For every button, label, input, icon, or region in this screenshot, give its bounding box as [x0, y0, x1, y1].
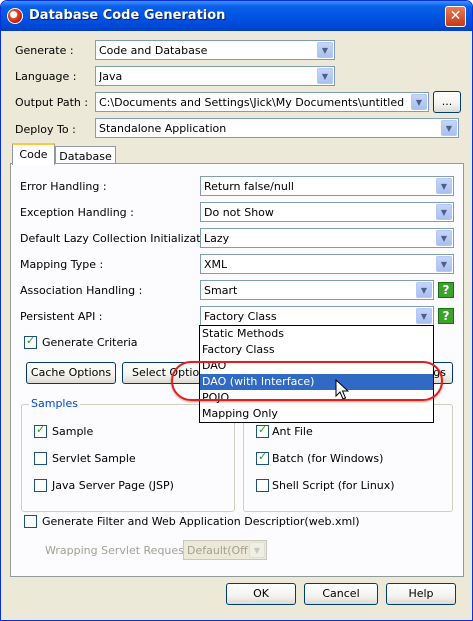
batch-label: Batch (for Windows) [272, 452, 384, 465]
help-icon[interactable]: ? [438, 308, 454, 324]
generate-criteria-checkbox[interactable] [24, 334, 37, 349]
chevron-down-icon[interactable]: ▼ [416, 308, 432, 324]
mapping-type-value: XML [204, 258, 228, 271]
chevron-down-icon[interactable]: ▼ [441, 120, 457, 136]
help-icon[interactable]: ? [438, 282, 454, 298]
lazy-collection-label: Default Lazy Collection Initialization : [20, 232, 225, 245]
chevron-down-icon[interactable]: ▼ [249, 542, 265, 558]
lazy-collection-value: Lazy [204, 232, 230, 245]
cancel-button[interactable]: Cancel [304, 583, 378, 605]
error-handling-label: Error Handling : [20, 180, 107, 193]
output-path-select[interactable]: C:\Documents and Settings\Jick\My Docume… [95, 92, 429, 112]
generate-value: Code and Database [99, 44, 208, 57]
shell-script-checkbox[interactable] [256, 479, 269, 492]
association-handling-select[interactable]: Smart ▼ [200, 280, 434, 300]
exception-handling-value: Do not Show [204, 206, 274, 219]
language-select[interactable]: Java ▼ [95, 66, 335, 86]
app-icon [7, 8, 23, 24]
language-label: Language : [15, 70, 77, 83]
mouse-pointer-icon [335, 379, 349, 400]
chevron-down-icon[interactable]: ▼ [317, 42, 333, 58]
jsp-label: Java Server Page (JSP) [52, 479, 174, 492]
chevron-down-icon[interactable]: ▼ [436, 256, 452, 272]
chevron-down-icon[interactable]: ▼ [416, 282, 432, 298]
output-path-value: C:\Documents and Settings\Jick\My Docume… [99, 96, 405, 109]
jsp-checkbox[interactable] [34, 479, 47, 492]
chevron-down-icon[interactable]: ▼ [436, 230, 452, 246]
generate-filter-checkbox[interactable] [24, 515, 37, 528]
error-handling-select[interactable]: Return false/null ▼ [200, 176, 454, 196]
dropdown-option[interactable]: Mapping Only [200, 406, 433, 422]
wrapping-servlet-select[interactable]: Default(Off) ▼ [183, 540, 267, 560]
deploy-to-label: Deploy To : [15, 123, 76, 136]
close-button[interactable]: ✕ [445, 6, 466, 27]
error-handling-value: Return false/null [204, 180, 294, 193]
wrapping-servlet-label: Wrapping Servlet Request : [45, 544, 196, 557]
mapping-type-label: Mapping Type : [20, 258, 104, 271]
browse-button[interactable]: ... [433, 91, 461, 113]
deploy-to-value: Standalone Application [99, 122, 227, 135]
window-title: Database Code Generation [29, 8, 226, 23]
generate-filter-label: Generate Filter and Web Application Desc… [42, 515, 360, 528]
help-button[interactable]: Help [386, 583, 456, 605]
association-handling-value: Smart [204, 284, 238, 297]
output-path-label: Output Path : [15, 96, 89, 109]
deploy-to-select[interactable]: Standalone Application ▼ [95, 118, 459, 138]
chevron-down-icon[interactable]: ▼ [436, 204, 452, 220]
servlet-sample-checkbox[interactable] [34, 452, 47, 465]
sample-checkbox[interactable] [34, 423, 47, 438]
tab-code[interactable]: Code [12, 143, 55, 165]
shell-script-label: Shell Script (for Linux) [272, 479, 395, 492]
dialog-window: Database Code Generation ✕ Generate : Co… [0, 0, 473, 621]
generate-label: Generate : [15, 44, 74, 57]
chevron-down-icon[interactable]: ▼ [436, 178, 452, 194]
language-value: Java [99, 70, 123, 83]
exception-handling-select[interactable]: Do not Show ▼ [200, 202, 454, 222]
lazy-collection-select[interactable]: Lazy ▼ [200, 228, 454, 248]
samples-title: Samples [29, 397, 80, 410]
sample-label: Sample [52, 425, 94, 438]
persistent-api-select[interactable]: Factory Class ▼ [200, 306, 434, 326]
mapping-type-select[interactable]: XML ▼ [200, 254, 454, 274]
ant-file-label: Ant File [272, 425, 313, 438]
servlet-sample-label: Servlet Sample [52, 452, 136, 465]
ant-file-checkbox[interactable] [256, 423, 269, 438]
ok-button[interactable]: OK [226, 583, 296, 605]
cache-options-button[interactable]: Cache Options [26, 362, 116, 384]
generate-select[interactable]: Code and Database ▼ [95, 40, 335, 60]
persistent-api-value: Factory Class [204, 310, 277, 323]
title-bar[interactable]: Database Code Generation ✕ [1, 1, 472, 31]
persistent-api-label: Persistent API : [20, 310, 103, 323]
generate-criteria-label: Generate Criteria [42, 336, 138, 349]
exception-handling-label: Exception Handling : [20, 206, 134, 219]
annotation-highlight-ellipse [171, 361, 443, 401]
chevron-down-icon[interactable]: ▼ [411, 94, 427, 110]
association-handling-label: Association Handling : [20, 284, 143, 297]
dropdown-option[interactable]: Factory Class [200, 342, 433, 358]
dropdown-option[interactable]: Static Methods [200, 326, 433, 342]
chevron-down-icon[interactable]: ▼ [317, 68, 333, 84]
wrapping-servlet-value: Default(Off) [187, 544, 253, 557]
batch-checkbox[interactable] [256, 450, 269, 465]
